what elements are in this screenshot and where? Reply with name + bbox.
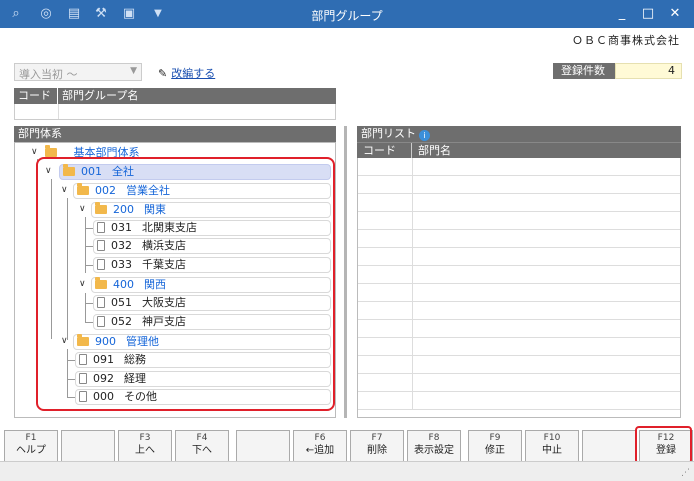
resize-grip-icon[interactable]: ⋰ bbox=[681, 468, 690, 478]
f4-down-button[interactable]: F4 下へ bbox=[175, 430, 229, 464]
dept-group-row[interactable] bbox=[14, 104, 336, 120]
list-row[interactable] bbox=[358, 266, 680, 284]
edit-link-label: 改編する bbox=[171, 67, 216, 80]
f9-modify-button[interactable]: F9 修正 bbox=[468, 430, 522, 464]
dept-list-body[interactable] bbox=[357, 158, 681, 418]
period-select-value: 導入当初 ～ bbox=[19, 68, 78, 81]
period-select[interactable]: 導入当初 ～ ▼ bbox=[14, 63, 142, 81]
dept-list-title-label: 部門リスト bbox=[361, 127, 416, 140]
maximize-button[interactable]: □ bbox=[634, 0, 662, 28]
f11-blank-button[interactable] bbox=[582, 430, 636, 464]
close-button[interactable]: ✕ bbox=[661, 0, 689, 28]
pencil-icon: ✎ bbox=[158, 67, 168, 80]
chevron-down-icon[interactable]: ∨ bbox=[31, 147, 38, 157]
tree-panel-title: 部門体系 bbox=[14, 126, 336, 142]
info-icon[interactable]: i bbox=[419, 130, 430, 141]
minimize-button[interactable]: _ bbox=[608, 0, 636, 28]
f1-help-button[interactable]: F1 ヘルプ bbox=[4, 430, 58, 464]
f10-cancel-button[interactable]: F10 中止 bbox=[525, 430, 579, 464]
chevron-down-icon: ▼ bbox=[130, 66, 137, 76]
list-row[interactable] bbox=[358, 230, 680, 248]
list-row[interactable] bbox=[358, 284, 680, 302]
dept-list-title: 部門リスト i bbox=[357, 126, 681, 142]
panel-splitter[interactable] bbox=[344, 126, 347, 418]
column-header-group-name: 部門グループ名 bbox=[62, 89, 139, 102]
company-name: ＯＢＣ商事株式会社 bbox=[572, 34, 680, 47]
list-row[interactable] bbox=[358, 176, 680, 194]
f8-display-settings-button[interactable]: F8 表示設定 bbox=[407, 430, 461, 464]
f5-blank-button[interactable] bbox=[236, 430, 290, 464]
f3-up-button[interactable]: F3 上へ bbox=[118, 430, 172, 464]
dept-list-column-header: コード 部門名 bbox=[357, 142, 681, 158]
list-row[interactable] bbox=[358, 392, 680, 410]
f6-add-button[interactable]: F6 ←追加 bbox=[293, 430, 347, 464]
list-row[interactable] bbox=[358, 374, 680, 392]
list-row[interactable] bbox=[358, 338, 680, 356]
window-title: 部門グループ bbox=[311, 9, 383, 23]
dept-group-table-header: コード 部門グループ名 bbox=[14, 88, 336, 104]
list-row[interactable] bbox=[358, 194, 680, 212]
edit-link[interactable]: ✎ 改編する bbox=[158, 65, 215, 81]
list-row[interactable] bbox=[358, 212, 680, 230]
list-row[interactable] bbox=[358, 158, 680, 176]
column-header-code: コード bbox=[357, 143, 412, 158]
status-bar: ⋰ bbox=[0, 461, 694, 481]
count-label: 登録件数 bbox=[553, 63, 615, 79]
highlight-box bbox=[635, 426, 692, 464]
count-value: 4 bbox=[615, 63, 682, 79]
list-row[interactable] bbox=[358, 248, 680, 266]
dept-group-code-cell[interactable] bbox=[15, 104, 59, 119]
highlight-box bbox=[36, 157, 335, 411]
list-row[interactable] bbox=[358, 302, 680, 320]
f2-blank-button[interactable] bbox=[61, 430, 115, 464]
title-bar: ⌕ ◎ ▤ ⚒ ▣ ▼ 部門グループ _ □ ✕ bbox=[0, 0, 694, 28]
f7-delete-button[interactable]: F7 削除 bbox=[350, 430, 404, 464]
column-header-dept-name: 部門名 bbox=[418, 144, 451, 157]
folder-icon bbox=[45, 145, 57, 157]
list-row[interactable] bbox=[358, 320, 680, 338]
list-row[interactable] bbox=[358, 356, 680, 374]
column-header-code: コード bbox=[14, 88, 58, 104]
